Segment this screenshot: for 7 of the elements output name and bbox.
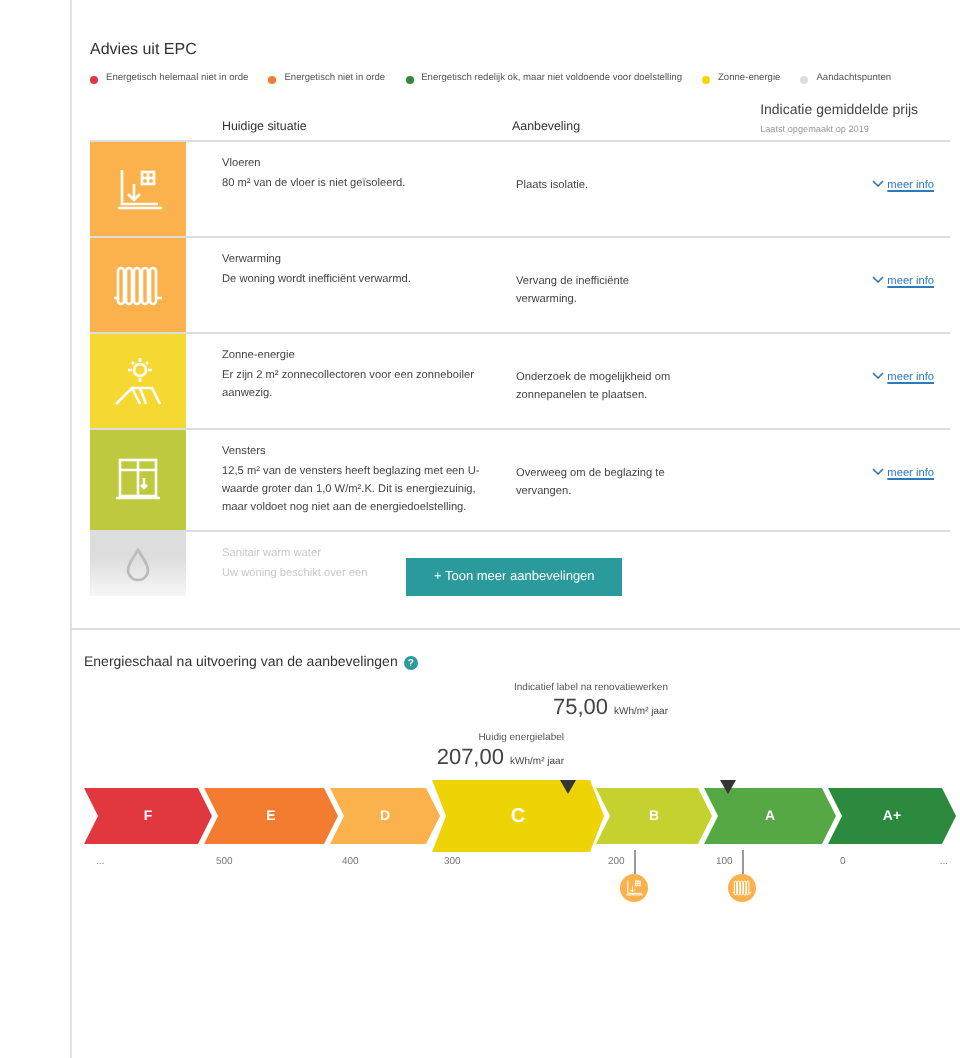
chevron-down-icon [871, 276, 884, 284]
section-title: Advies uit EPC [90, 40, 199, 58]
chevron-down-icon [871, 372, 884, 380]
chevron-down-icon [871, 180, 884, 188]
sun-roof-icon [112, 355, 164, 407]
chevron-down-icon [871, 468, 884, 476]
energy-band: C [432, 780, 604, 852]
